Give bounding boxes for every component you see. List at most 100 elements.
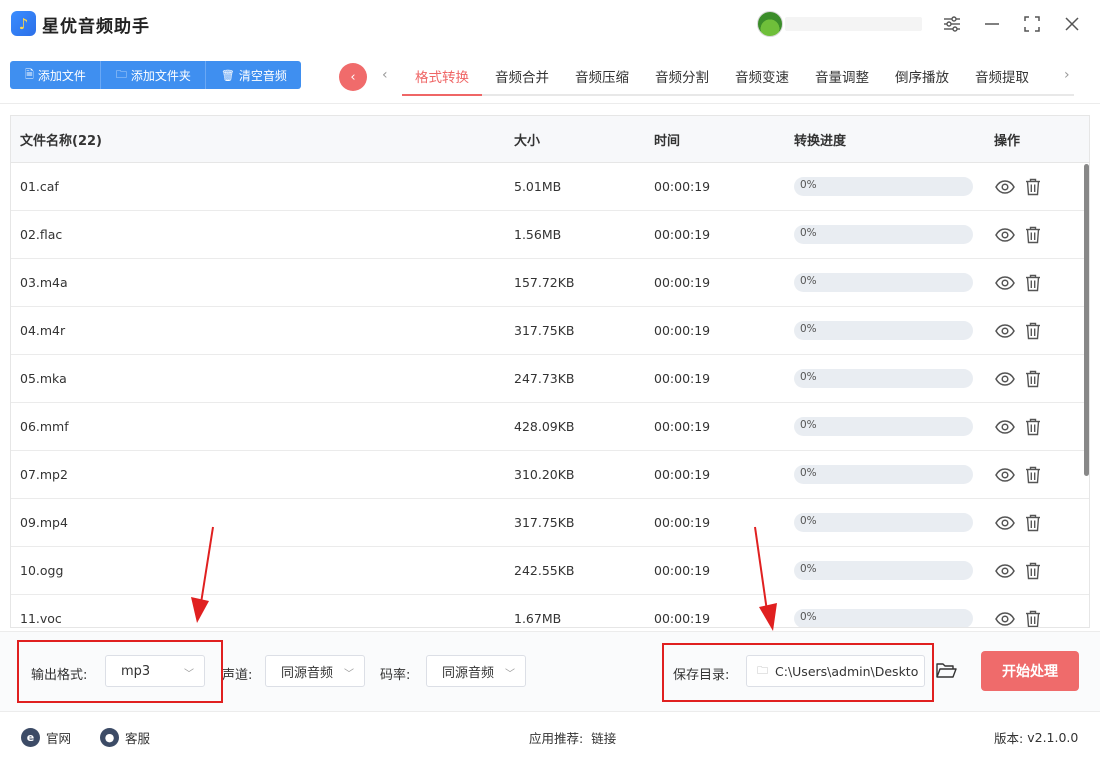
settings-icon[interactable] — [940, 12, 964, 36]
user-avatar[interactable] — [757, 11, 783, 37]
file-size: 247.73KB — [514, 371, 575, 386]
row-actions — [994, 464, 1089, 486]
tab-4[interactable]: 音频变速 — [722, 58, 802, 94]
recommend-link[interactable]: 链接 — [591, 728, 616, 747]
table-row[interactable]: 03.m4a 157.72KB 00:00:19 0% — [11, 259, 1089, 307]
add-file-button[interactable]: 🗎 添加文件 — [10, 61, 101, 89]
progress-cell: 0% — [794, 321, 994, 340]
preview-eye-icon[interactable] — [994, 272, 1016, 294]
delete-trash-icon[interactable] — [1022, 224, 1044, 246]
chevron-down-icon: ﹀ — [344, 669, 354, 680]
annotation-box-format — [17, 640, 223, 703]
preview-eye-icon[interactable] — [994, 224, 1016, 246]
annotation-arrow-left — [191, 526, 214, 623]
table-row[interactable]: 02.flac 1.56MB 00:00:19 0% — [11, 211, 1089, 259]
file-name: 04.m4r — [20, 323, 66, 338]
channel-select[interactable]: 同源音频 ﹀ — [265, 655, 365, 687]
progress-text: 0% — [800, 227, 817, 239]
file-duration: 00:00:19 — [654, 419, 711, 434]
file-size: 317.75KB — [514, 323, 575, 338]
open-folder-icon[interactable] — [935, 661, 957, 681]
progress-text: 0% — [800, 371, 817, 383]
close-icon[interactable] — [1060, 12, 1084, 36]
header-time: 时间 — [654, 133, 681, 149]
maximize-icon[interactable] — [1020, 12, 1044, 36]
app-recommend: 应用推荐: 链接 — [529, 728, 616, 747]
delete-trash-icon[interactable] — [1022, 512, 1044, 534]
website-label: 官网 — [46, 731, 72, 746]
support-link[interactable]: ● 客服 — [100, 728, 150, 747]
clear-audio-button[interactable]: 🗑 清空音频 — [205, 61, 301, 89]
delete-trash-icon[interactable] — [1022, 176, 1044, 198]
preview-eye-icon[interactable] — [994, 416, 1016, 438]
tab-5[interactable]: 音量调整 — [802, 58, 882, 94]
delete-trash-icon[interactable] — [1022, 464, 1044, 486]
file-size: 5.01MB — [514, 179, 562, 194]
delete-trash-icon[interactable] — [1022, 272, 1044, 294]
row-actions — [994, 560, 1089, 582]
bitrate-select[interactable]: 同源音频 ﹀ — [426, 655, 526, 687]
row-actions — [994, 176, 1089, 198]
feature-tabs: 格式转换 音频合并 音频压缩 音频分割 音频变速 音量调整 倒序播放 音频提取 — [402, 58, 1074, 96]
minimize-icon[interactable] — [980, 12, 1004, 36]
chevron-left-icon: ‹ — [350, 69, 356, 85]
delete-trash-icon[interactable] — [1022, 560, 1044, 582]
clear-audio-label: 清空音频 — [238, 68, 287, 83]
table-row[interactable]: 11.voc 1.67MB 00:00:19 0% — [11, 595, 1089, 628]
preview-eye-icon[interactable] — [994, 176, 1016, 198]
progress-bar: 0% — [794, 321, 973, 340]
table-row[interactable]: 05.mka 247.73KB 00:00:19 0% — [11, 355, 1089, 403]
table-row[interactable]: 01.caf 5.01MB 00:00:19 0% — [11, 163, 1089, 211]
folder-icon: 🗀 — [115, 67, 127, 81]
tab-scroll-right-icon[interactable]: › — [1064, 67, 1070, 83]
delete-trash-icon[interactable] — [1022, 416, 1044, 438]
preview-eye-icon[interactable] — [994, 320, 1016, 342]
table-row[interactable]: 04.m4r 317.75KB 00:00:19 0% — [11, 307, 1089, 355]
recommend-label: 应用推荐: — [529, 731, 584, 746]
row-actions — [994, 368, 1089, 390]
tab-scroll-left-icon[interactable]: ‹ — [382, 67, 388, 83]
table-scrollbar[interactable] — [1084, 164, 1089, 476]
file-name: 11.voc — [20, 611, 62, 626]
tab-2[interactable]: 音频压缩 — [562, 58, 642, 94]
file-name: 02.flac — [20, 227, 63, 242]
progress-bar: 0% — [794, 561, 973, 580]
table-row[interactable]: 06.mmf 428.09KB 00:00:19 0% — [11, 403, 1089, 451]
start-process-button[interactable]: 开始处理 — [981, 651, 1079, 691]
add-folder-button[interactable]: 🗀 添加文件夹 — [100, 61, 206, 89]
file-size: 157.72KB — [514, 275, 575, 290]
preview-eye-icon[interactable] — [994, 512, 1016, 534]
preview-eye-icon[interactable] — [994, 464, 1016, 486]
table-row[interactable]: 09.mp4 317.75KB 00:00:19 0% — [11, 499, 1089, 547]
preview-eye-icon[interactable] — [994, 560, 1016, 582]
progress-cell: 0% — [794, 609, 994, 627]
add-file-label: 添加文件 — [37, 68, 86, 83]
progress-cell: 0% — [794, 177, 994, 196]
annotation-box-savedir — [662, 643, 934, 702]
header-progress: 转换进度 — [794, 133, 847, 149]
preview-eye-icon[interactable] — [994, 608, 1016, 628]
row-actions — [994, 224, 1089, 246]
delete-trash-icon[interactable] — [1022, 368, 1044, 390]
file-icon: 🗎 — [25, 67, 34, 81]
tab-6[interactable]: 倒序播放 — [882, 58, 962, 94]
preview-eye-icon[interactable] — [994, 368, 1016, 390]
website-link[interactable]: e 官网 — [21, 728, 71, 747]
progress-bar: 0% — [794, 177, 973, 196]
file-duration: 00:00:19 — [654, 323, 711, 338]
tab-7[interactable]: 音频提取 — [962, 58, 1042, 94]
tab-3[interactable]: 音频分割 — [642, 58, 722, 94]
progress-cell: 0% — [794, 513, 994, 532]
file-duration: 00:00:19 — [654, 371, 711, 386]
table-row[interactable]: 10.ogg 242.55KB 00:00:19 0% — [11, 547, 1089, 595]
delete-trash-icon[interactable] — [1022, 320, 1044, 342]
file-size: 242.55KB — [514, 563, 575, 578]
delete-trash-icon[interactable] — [1022, 608, 1044, 628]
file-name: 05.mka — [20, 371, 67, 386]
file-duration: 00:00:19 — [654, 467, 711, 482]
back-button[interactable]: ‹ — [339, 63, 367, 91]
tab-0[interactable]: 格式转换 — [402, 58, 482, 96]
support-label: 客服 — [125, 731, 151, 746]
table-row[interactable]: 07.mp2 310.20KB 00:00:19 0% — [11, 451, 1089, 499]
tab-1[interactable]: 音频合并 — [482, 58, 562, 94]
